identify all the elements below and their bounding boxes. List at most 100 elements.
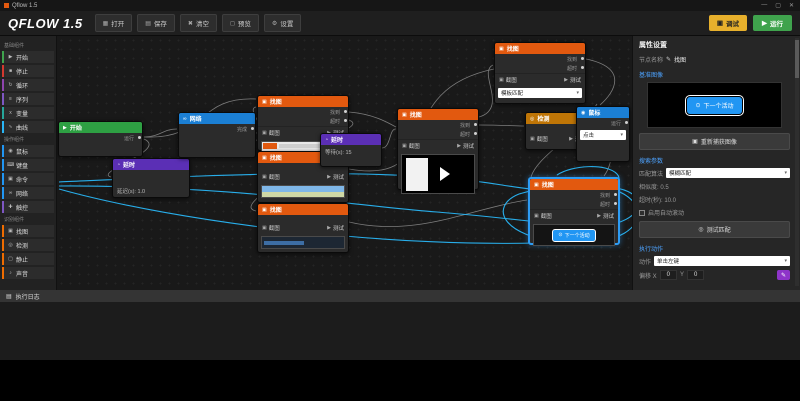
camera-icon: ▣ [262,207,267,213]
node-delay-1[interactable]: ◔延时 延迟(s): 1.0 [112,158,190,198]
play-icon: ▶ [327,174,331,180]
sidebar-item-mouse[interactable]: ◉ 鼠标 [2,145,54,157]
loop-icon: ↻ [7,82,14,88]
sidebar-item-loop[interactable]: ↻ 循环 [2,79,54,91]
capture-button[interactable]: ▣截图 [262,224,280,232]
log-header-bar[interactable]: ▤ 执行日志 [0,290,800,302]
capture-button[interactable]: ▣截图 [262,129,280,137]
node-find-image-4[interactable]: ▣找图 找到 超时 ▣截图 ▶测试 [397,108,479,190]
sidebar-item-sound[interactable]: ♪ 声音 [2,267,54,279]
capture-button[interactable]: ▣截图 [530,135,548,143]
test-button[interactable]: ▶测试 [327,173,344,181]
save-button[interactable]: ▤ 保存 [137,14,175,32]
trash-icon: ✖ [188,20,193,27]
port-out[interactable]: 运行 [611,120,625,127]
test-button[interactable]: ▶测试 [457,142,474,150]
pick-offset-button[interactable]: ✎ [777,270,790,280]
scrollbar-thumb[interactable] [795,40,799,78]
sidebar-item-stop[interactable]: ■ 停止 [2,65,54,77]
action-select[interactable]: 单击左键 ▾ [654,256,790,266]
debug-button[interactable]: ▣ 调试 [709,15,747,31]
port-found[interactable]: 找到 [330,109,344,116]
capture-button[interactable]: ▣截图 [402,142,420,150]
node-mouse[interactable]: ◉鼠标 运行 点击 ▾ [576,106,630,162]
port-out[interactable]: 完成 [237,126,251,133]
port-out[interactable]: 运行 [124,135,138,142]
node-find-image-3[interactable]: ▣找图 ▣截图 ▶测试 [257,203,349,253]
template-thumbnail: ⊙ 下一个活动 [533,224,615,246]
keyboard-icon: ⌨ [7,162,14,168]
delay-param: 延迟(s): 1.0 [113,184,189,199]
port-timeout[interactable]: 超时 [567,65,581,72]
sidebar-item-sequence[interactable]: ≡ 序列 [2,93,54,105]
settings-button[interactable]: ⚙ 设置 [264,14,301,32]
target-icon: ⊙ [558,232,562,238]
screenshot-icon: ▣ [530,136,535,142]
port-timeout[interactable]: 超时 [330,118,344,125]
detect-icon: ◎ [7,242,14,248]
node-network[interactable]: ∞网络 完成 [178,112,256,158]
play-icon: ▶ [569,136,573,142]
camera-icon: ▣ [262,155,267,161]
node-find-image-5[interactable]: ▣找图 找到 超时 ▣截图 ▶测试 模板匹配 ▾ [494,42,586,104]
node-name-value: 找图 [674,55,686,64]
port-found[interactable]: 找到 [460,122,474,129]
log-content-area[interactable] [0,302,800,360]
sidebar-item-command[interactable]: ▣ 命令 [2,173,54,185]
window-titlebar: Qflow 1.5 — ▢ ✕ [0,0,800,11]
maximize-button[interactable]: ▢ [775,2,781,9]
capture-button[interactable]: ▣截图 [499,76,517,84]
capture-button[interactable]: ▣截图 [534,212,552,220]
capture-button[interactable]: ▣截图 [262,173,280,181]
minimize-button[interactable]: — [761,2,767,9]
node-delay-2[interactable]: ◔延时 等待(s): 15 [320,133,382,167]
test-button[interactable]: ▶测试 [597,212,614,220]
sidebar-item-still[interactable]: ▢ 静止 [2,253,54,265]
sidebar-item-detect[interactable]: ◎ 检测 [2,239,54,251]
screenshot-icon: ▣ [534,213,539,219]
port-found[interactable]: 找到 [567,56,581,63]
test-match-button[interactable]: ◎ 测试匹配 [639,221,790,238]
sidebar-item-start[interactable]: ▶ 开始 [2,51,54,63]
offset-x-input[interactable]: 0 [660,270,677,280]
recapture-button[interactable]: ▣ 重新捕获图像 [639,133,790,150]
timeout-value: 超时(秒): 10.0 [639,195,676,204]
sidebar-item-keyboard[interactable]: ⌨ 键盘 [2,159,54,171]
offset-y-input[interactable]: 0 [687,270,704,280]
preview-button[interactable]: ◻ 预览 [222,14,259,32]
camera-icon: ▣ [499,46,504,52]
section-title-vision: 识别组件 [4,216,52,223]
port-timeout[interactable]: 超时 [460,131,474,138]
algorithm-select[interactable]: 模糊匹配 ▾ [666,168,790,178]
edit-icon[interactable]: ✎ [666,56,671,63]
test-button[interactable]: ▶测试 [564,76,581,84]
search-icon: ◎ [530,116,534,122]
run-button[interactable]: ▶ 运行 [753,15,792,31]
autoscroll-checkbox[interactable] [639,210,645,216]
app-toolbar: QFLOW 1.5 ▦ 打开 ▤ 保存 ✖ 清空 ◻ 预览 ⚙ 设置 ▣ 调试 … [0,11,800,36]
clear-button[interactable]: ✖ 清空 [180,14,217,32]
sidebar-item-variable[interactable]: x 变量 [2,107,54,119]
port-found[interactable]: 找到 [600,192,614,199]
flow-canvas[interactable]: ▶开始 运行 ◔延时 延迟(s): 1.0 ∞网络 完成 ▣找图 找到 超时 ▣… [57,36,632,290]
panel-scrollbar[interactable] [795,38,799,286]
close-button[interactable]: ✕ [789,2,794,9]
sidebar-item-touch[interactable]: ✚ 触控 [2,201,54,213]
test-button[interactable]: ▶测试 [327,224,344,232]
sidebar-item-curve[interactable]: ∿ 曲线 [2,121,54,133]
port-timeout[interactable]: 超时 [600,201,614,208]
node-find-image-selected[interactable]: ▣找图 找到 超时 ▣截图 ▶测试 ⊙ 下一个活动 [528,177,620,245]
open-button[interactable]: ▦ 打开 [95,14,133,32]
network-icon: ∞ [7,190,14,196]
sidebar-item-findimage[interactable]: ▣ 找图 [2,225,54,237]
play-icon: ▶ [762,19,767,27]
node-start[interactable]: ▶开始 运行 [58,121,143,157]
mouse-action-dropdown[interactable]: 点击 ▾ [580,130,626,140]
sidebar-item-network[interactable]: ∞ 网络 [2,187,54,199]
match-mode-dropdown[interactable]: 模板匹配 ▾ [498,88,582,98]
gear-icon: ⚙ [272,20,277,27]
command-icon: ▣ [7,176,14,182]
app-icon [4,3,9,8]
preview-icon: ◻ [230,20,235,27]
screenshot-icon: ▣ [402,143,407,149]
